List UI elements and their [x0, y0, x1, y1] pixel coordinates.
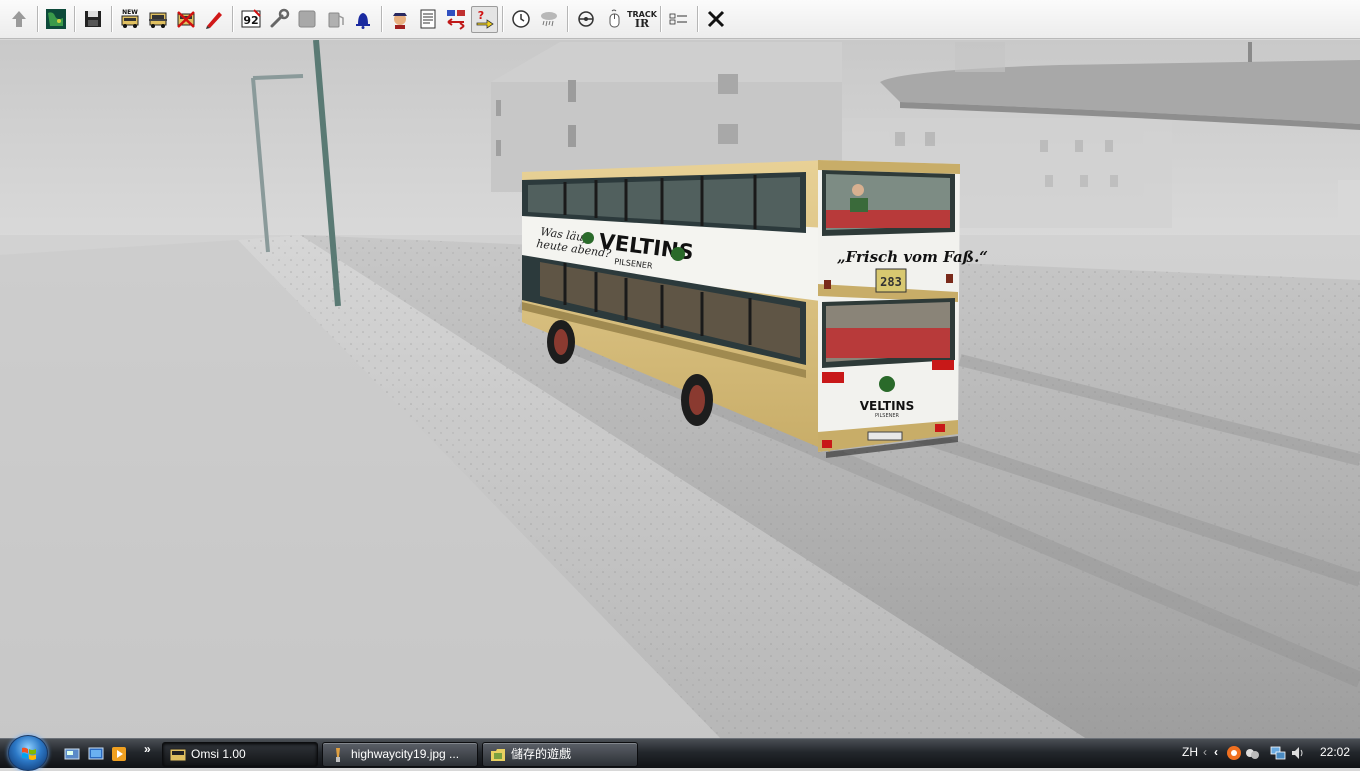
game-viewport[interactable]: Was läuft heute abend? VELTINS PILSENER …: [0, 40, 1360, 738]
rear-light-left: [822, 372, 844, 383]
remove-bus-icon: [177, 11, 195, 28]
windows-logo-icon: [22, 747, 36, 760]
timetable-button[interactable]: [415, 6, 442, 33]
task-folder[interactable]: 儲存的遊戲: [482, 742, 638, 767]
panel-button[interactable]: [294, 6, 321, 33]
task-omsi[interactable]: Omsi 1.00: [162, 742, 318, 767]
toolbar-separator: [660, 6, 661, 32]
tray-expand-icon[interactable]: ‹: [1214, 745, 1218, 759]
folder-icon: [491, 749, 505, 761]
clock-icon: [512, 10, 530, 28]
mouse-button[interactable]: [601, 6, 628, 33]
panel-icon: [298, 10, 316, 28]
map-icon: [46, 9, 66, 29]
show-desktop-icon[interactable]: [64, 746, 80, 762]
system-tray: ZH ‹ ‹ 22:02: [1170, 739, 1360, 769]
bell-icon: [356, 13, 370, 29]
new-bus-icon: NEW: [121, 9, 139, 28]
fuel-button[interactable]: [322, 6, 349, 33]
repair-button[interactable]: [201, 6, 228, 33]
swap-icon: [447, 10, 465, 30]
clock[interactable]: 22:02: [1320, 745, 1350, 759]
quick-launch-more-icon[interactable]: »: [144, 742, 151, 756]
volume-icon[interactable]: [1290, 745, 1306, 761]
toolbar-separator: [111, 6, 112, 32]
route-sign-label: 92: [243, 14, 258, 27]
route-number: 283: [880, 275, 902, 289]
mode-icon: [669, 13, 687, 25]
network-icon[interactable]: [1270, 745, 1286, 761]
weather-button[interactable]: [536, 6, 563, 33]
start-button[interactable]: [8, 735, 48, 771]
timetable-icon: [420, 9, 436, 29]
help-button[interactable]: ?: [470, 5, 498, 33]
toolbar-separator: [567, 6, 568, 32]
help-label: ?: [478, 9, 484, 22]
mouse-icon: [609, 9, 620, 28]
save-button[interactable]: [80, 6, 107, 33]
rear-brand: VELTINS: [860, 399, 914, 413]
driver-button[interactable]: [387, 6, 414, 33]
route-button[interactable]: 92: [238, 6, 265, 33]
task-paint-label: highwaycity19.jpg ...: [351, 747, 460, 761]
toolbar-separator: [697, 6, 698, 32]
scene-svg: Was läuft heute abend? VELTINS PILSENER …: [0, 40, 1360, 738]
trackir-icon: TRACK IR: [627, 10, 657, 30]
up-arrow-icon: [12, 11, 26, 27]
toolbar-separator: [37, 6, 38, 32]
toolbar-separator: [502, 6, 503, 32]
floppy-disk-icon: [85, 11, 101, 27]
map-button[interactable]: [43, 6, 70, 33]
toolbar-separator: [74, 6, 75, 32]
wrench-icon: [270, 8, 290, 28]
rear-logo: [879, 376, 895, 392]
task-omsi-label: Omsi 1.00: [191, 747, 246, 761]
media-player-icon[interactable]: [111, 746, 127, 762]
route-sign-icon: 92: [241, 9, 261, 28]
tools-button[interactable]: [266, 6, 293, 33]
rear-ad-slogan: „Frisch vom Faß.“: [837, 248, 988, 266]
new-bus-button[interactable]: NEW: [117, 6, 144, 33]
paint-icon: [336, 748, 340, 762]
close-icon: [707, 10, 725, 28]
side-ad-logo-left: [582, 232, 594, 244]
toolbar-separator: [381, 6, 382, 32]
clock-button[interactable]: [508, 6, 535, 33]
task-folder-label: 儲存的遊戲: [511, 747, 572, 761]
view-button[interactable]: [573, 6, 600, 33]
toolbar: NEW 92 ? TRACK IR: [0, 0, 1360, 39]
distant-structure: [1338, 180, 1360, 220]
omsi-icon: [170, 748, 186, 762]
trackir-label-bottom: IR: [634, 17, 650, 30]
rear-light-right: [932, 360, 954, 370]
trackir-button[interactable]: TRACK IR: [627, 6, 657, 33]
mode-button[interactable]: [666, 6, 693, 33]
tray-app-icon[interactable]: [1226, 745, 1242, 761]
close-button[interactable]: [703, 6, 730, 33]
side-ad-logo-right: [671, 247, 685, 261]
switch-windows-icon[interactable]: [88, 746, 104, 762]
bus-front-icon: [149, 12, 167, 28]
toolbar-separator: [232, 6, 233, 32]
rear-sub-brand: PILSENER: [875, 413, 900, 419]
help-icon: ?: [476, 9, 494, 29]
weather-icon: [541, 12, 557, 27]
fuel-icon: [328, 12, 344, 28]
tray-separator: ‹: [1203, 745, 1207, 759]
tray-messenger-icon[interactable]: [1244, 745, 1260, 761]
bus-front-button[interactable]: [145, 6, 172, 33]
task-paint[interactable]: highwaycity19.jpg ...: [322, 742, 478, 767]
driver-icon: [393, 13, 407, 29]
license-plate: [867, 431, 903, 441]
taskbar: » Omsi 1.00 highwaycity19.jpg ... 儲存的遊戲 …: [0, 735, 1360, 771]
swap-button[interactable]: [443, 6, 470, 33]
language-indicator[interactable]: ZH: [1182, 745, 1198, 759]
remove-bus-button[interactable]: [173, 6, 200, 33]
red-pen-icon: [206, 12, 222, 29]
bell-button[interactable]: [350, 6, 377, 33]
up-arrow-button[interactable]: [6, 6, 33, 33]
new-bus-label: NEW: [122, 9, 138, 16]
view-icon: [578, 11, 594, 27]
